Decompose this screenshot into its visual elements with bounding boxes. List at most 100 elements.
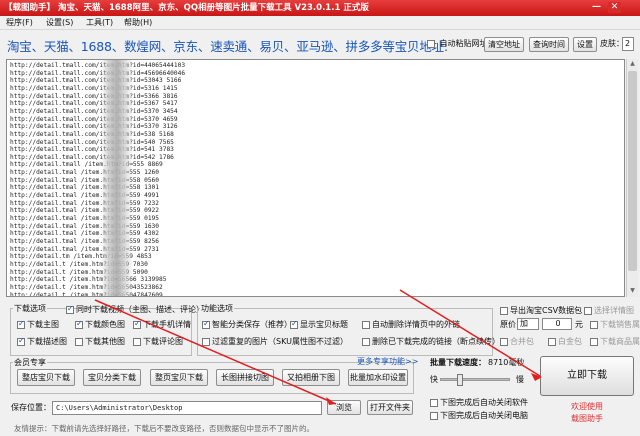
option-show-title[interactable]: 显示宝贝标题 <box>290 319 348 330</box>
menu-bar: 程序(F) 设置(S) 工具(T) 帮助(H) <box>0 16 640 30</box>
skin-label: 皮肤： <box>600 39 624 48</box>
member-title: 会员专享 <box>13 357 47 368</box>
url-line: http://detail.tmal /item.htm?id=559 2731 <box>10 245 160 253</box>
start-download-button[interactable]: 立即下载 <box>540 356 634 396</box>
option-close-software[interactable]: 下图完成后自动关闭软件 <box>430 398 528 408</box>
scroll-down-icon[interactable]: ▼ <box>628 286 637 296</box>
option-desc-image[interactable]: 下载描述图 <box>17 336 67 347</box>
url-line: http://detail.tmall.com/item.htm?id=5366… <box>10 92 178 100</box>
price-op-select[interactable]: 加 <box>517 318 539 330</box>
price-label: 原价 <box>500 320 516 329</box>
skin-select[interactable]: 2 <box>622 37 634 51</box>
function-options-title: 功能选项 <box>200 303 234 314</box>
url-line: http://detail.tmal /item.htm?id=559 1630 <box>10 222 160 230</box>
url-line: http://detail.tmall.com/item.htm?id=5367… <box>10 100 178 108</box>
save-location-label: 保存位置： <box>11 403 51 412</box>
menu-help[interactable]: 帮助(H) <box>124 17 152 29</box>
url-line: http://detail.t /item.htm?id=56504784760… <box>10 291 163 297</box>
speed-fast-label: 快 <box>430 375 438 384</box>
watermark-settings-button[interactable]: 批量加水印设置 <box>348 369 408 386</box>
option-download-video[interactable]: 同时下载视频（主图、描述、评论） <box>66 304 204 315</box>
album-download-button[interactable]: 又拍相册下图 <box>282 369 340 386</box>
title-bar: 【载图助手】 淘宝、天猫、1688阿里、京东、QQ相册等图片批量下载工具 V23… <box>0 0 640 16</box>
option-review-image[interactable]: 下载评论图 <box>133 337 183 347</box>
url-line: http://detail.tmal /item.htm?id=558 0560 <box>10 176 160 184</box>
option-main-image[interactable]: 下载主图 <box>17 319 59 330</box>
settings-button[interactable]: 设置 <box>573 37 597 52</box>
url-line: http://detail.tmall.com/item.htm?id=5370… <box>10 107 178 115</box>
url-line: http://detail.tmall.com/item.htm?id=5316… <box>10 84 178 92</box>
url-line: http://detail.tmall.com/item.htm?id=4406… <box>10 62 186 69</box>
minimize-button[interactable]: — <box>590 2 603 13</box>
url-line: http://detail.tmal /item.htm?id=559 4302 <box>10 230 160 238</box>
speed-slider-knob[interactable] <box>457 374 463 386</box>
speed-slow-label: 慢 <box>516 375 524 384</box>
url-label: 淘宝、天猫、1688、数煌网、京东、速卖通、易贝、亚马逊、拼多多等宝贝地址: <box>7 39 448 54</box>
menu-program[interactable]: 程序(F) <box>6 17 33 29</box>
url-line: http://detail.tmal /item.htm?id=559 4991 <box>10 192 160 200</box>
option-sale-attr[interactable]: 下载商品属性 <box>590 337 640 347</box>
speed-value: 8710毫秒 <box>488 358 525 367</box>
url-line: http://detail.tmall.com/item.htm?id=538 … <box>10 130 174 138</box>
option-filter-duplicates[interactable]: 过滤重复的图片（SKU属性图不过滤） <box>202 337 348 347</box>
option-delete-links[interactable]: 自动删除详情页中的外链 <box>362 320 460 330</box>
option-select-details[interactable]: 选择详情图 <box>584 306 634 316</box>
url-line: http://detail.tmall.com/item.htm?id=541 … <box>10 146 174 154</box>
option-main-attr[interactable]: 下载销售属性 <box>590 320 640 330</box>
url-line: http://detail.tmal /item.htm?id=559 8256 <box>10 237 160 245</box>
price-unit: 元 <box>575 320 583 329</box>
url-line: http://detail.tmall.com/item.htm?id=5370… <box>10 123 178 131</box>
menu-settings[interactable]: 设置(S) <box>46 17 73 29</box>
url-line: http://detail.tmall.com/item.htm?id=5304… <box>10 77 182 85</box>
speed-label: 批量下载速度： <box>430 358 486 367</box>
blur-overlay <box>101 60 133 296</box>
window-title: 【载图助手】 淘宝、天猫、1688阿里、京东、QQ相册等图片批量下载工具 V23… <box>4 3 369 13</box>
option-smart-category[interactable]: 智能分类保存（推荐） <box>202 319 292 330</box>
url-line: http://detail.tmal /item.htm?id=559 0922 <box>10 207 160 215</box>
clear-url-button[interactable]: 清空地址 <box>484 37 524 52</box>
app-name-link[interactable]: 载图助手 <box>560 413 614 424</box>
url-line: http://detail.tmall.com/item.htm?id=540 … <box>10 138 174 146</box>
auto-paste-option[interactable]: 自动粘贴网址 <box>427 39 488 49</box>
page-download-button[interactable]: 整页宝贝下载 <box>150 369 208 386</box>
option-fold-package[interactable]: 合并包 <box>500 337 534 347</box>
option-platinum[interactable]: 白金包 <box>548 337 582 347</box>
option-shutdown[interactable]: 下图完成后自动关闭电脑 <box>430 411 528 421</box>
url-line: http://detail.tmall.com/item.htm?id=5370… <box>10 115 178 123</box>
speed-slider[interactable] <box>440 374 510 386</box>
scroll-thumb[interactable] <box>628 71 637 271</box>
url-list[interactable]: http://detail.t /item.htm?id=56504784760… <box>6 59 625 297</box>
url-line: http://detail.t /item.htm?id=56566 31399… <box>10 276 167 284</box>
url-line: http://detail.tmall.com/item.htm?id=4569… <box>10 69 186 77</box>
more-features-link[interactable]: 更多专享功能>> <box>357 357 418 367</box>
option-color-image[interactable]: 下载颜色图 <box>75 319 125 330</box>
function-options-group <box>197 308 493 356</box>
scroll-up-icon[interactable]: ▲ <box>628 59 637 69</box>
url-line: http://detail.tmal /item.htm?id=555 1260 <box>10 169 160 177</box>
option-export-csv[interactable]: 导出淘宝CSV数据包 <box>500 306 582 316</box>
welcome-text: 欢迎使用 <box>571 402 603 411</box>
option-other-image[interactable]: 下载其他图 <box>75 337 125 347</box>
tip-text: 友情提示：下载前请先选择好路径，下载后不要改变路径，否则数据包中显示不了图片的。 <box>14 424 314 433</box>
browse-button[interactable]: 浏览 <box>327 400 361 415</box>
url-list-scrollbar[interactable]: ▲ ▼ <box>626 59 638 297</box>
price-amount-input[interactable]: 0 <box>542 318 572 330</box>
option-delete-finished[interactable]: 删除已下载完成的链接（断点续传） <box>362 337 500 347</box>
download-options-title: 下载选项 <box>13 303 47 314</box>
download-options-group <box>10 308 192 356</box>
menu-tools[interactable]: 工具(T) <box>86 17 113 29</box>
open-folder-button[interactable]: 打开文件夹 <box>367 400 413 415</box>
url-toolbar: 淘宝、天猫、1688、数煌网、京东、速卖通、易贝、亚马逊、拼多多等宝贝地址: 自… <box>0 31 640 57</box>
close-button[interactable]: ✕ <box>608 2 621 13</box>
category-download-button[interactable]: 宝贝分类下载 <box>83 369 141 386</box>
auto-paste-checkbox[interactable] <box>427 39 435 48</box>
long-image-button[interactable]: 长图拼接切图 <box>216 369 274 386</box>
option-mobile-detail[interactable]: 下载手机详情 <box>133 319 191 330</box>
shop-download-button[interactable]: 整店宝贝下载 <box>17 369 75 386</box>
url-line: http://detail.tmal /item.htm?id=559 0195 <box>10 215 160 222</box>
url-line: http://detail.t /item.htm?id=56504352386… <box>10 283 163 291</box>
save-path-input[interactable]: C:\Users\Administrator\Desktop <box>52 401 322 415</box>
query-time-button[interactable]: 查询时间 <box>529 37 569 52</box>
url-line: http://detail.tmal /item.htm?id=558 1301 <box>10 184 160 192</box>
url-line: http://detail.tmall /item.htm?id=555 886… <box>10 161 163 169</box>
